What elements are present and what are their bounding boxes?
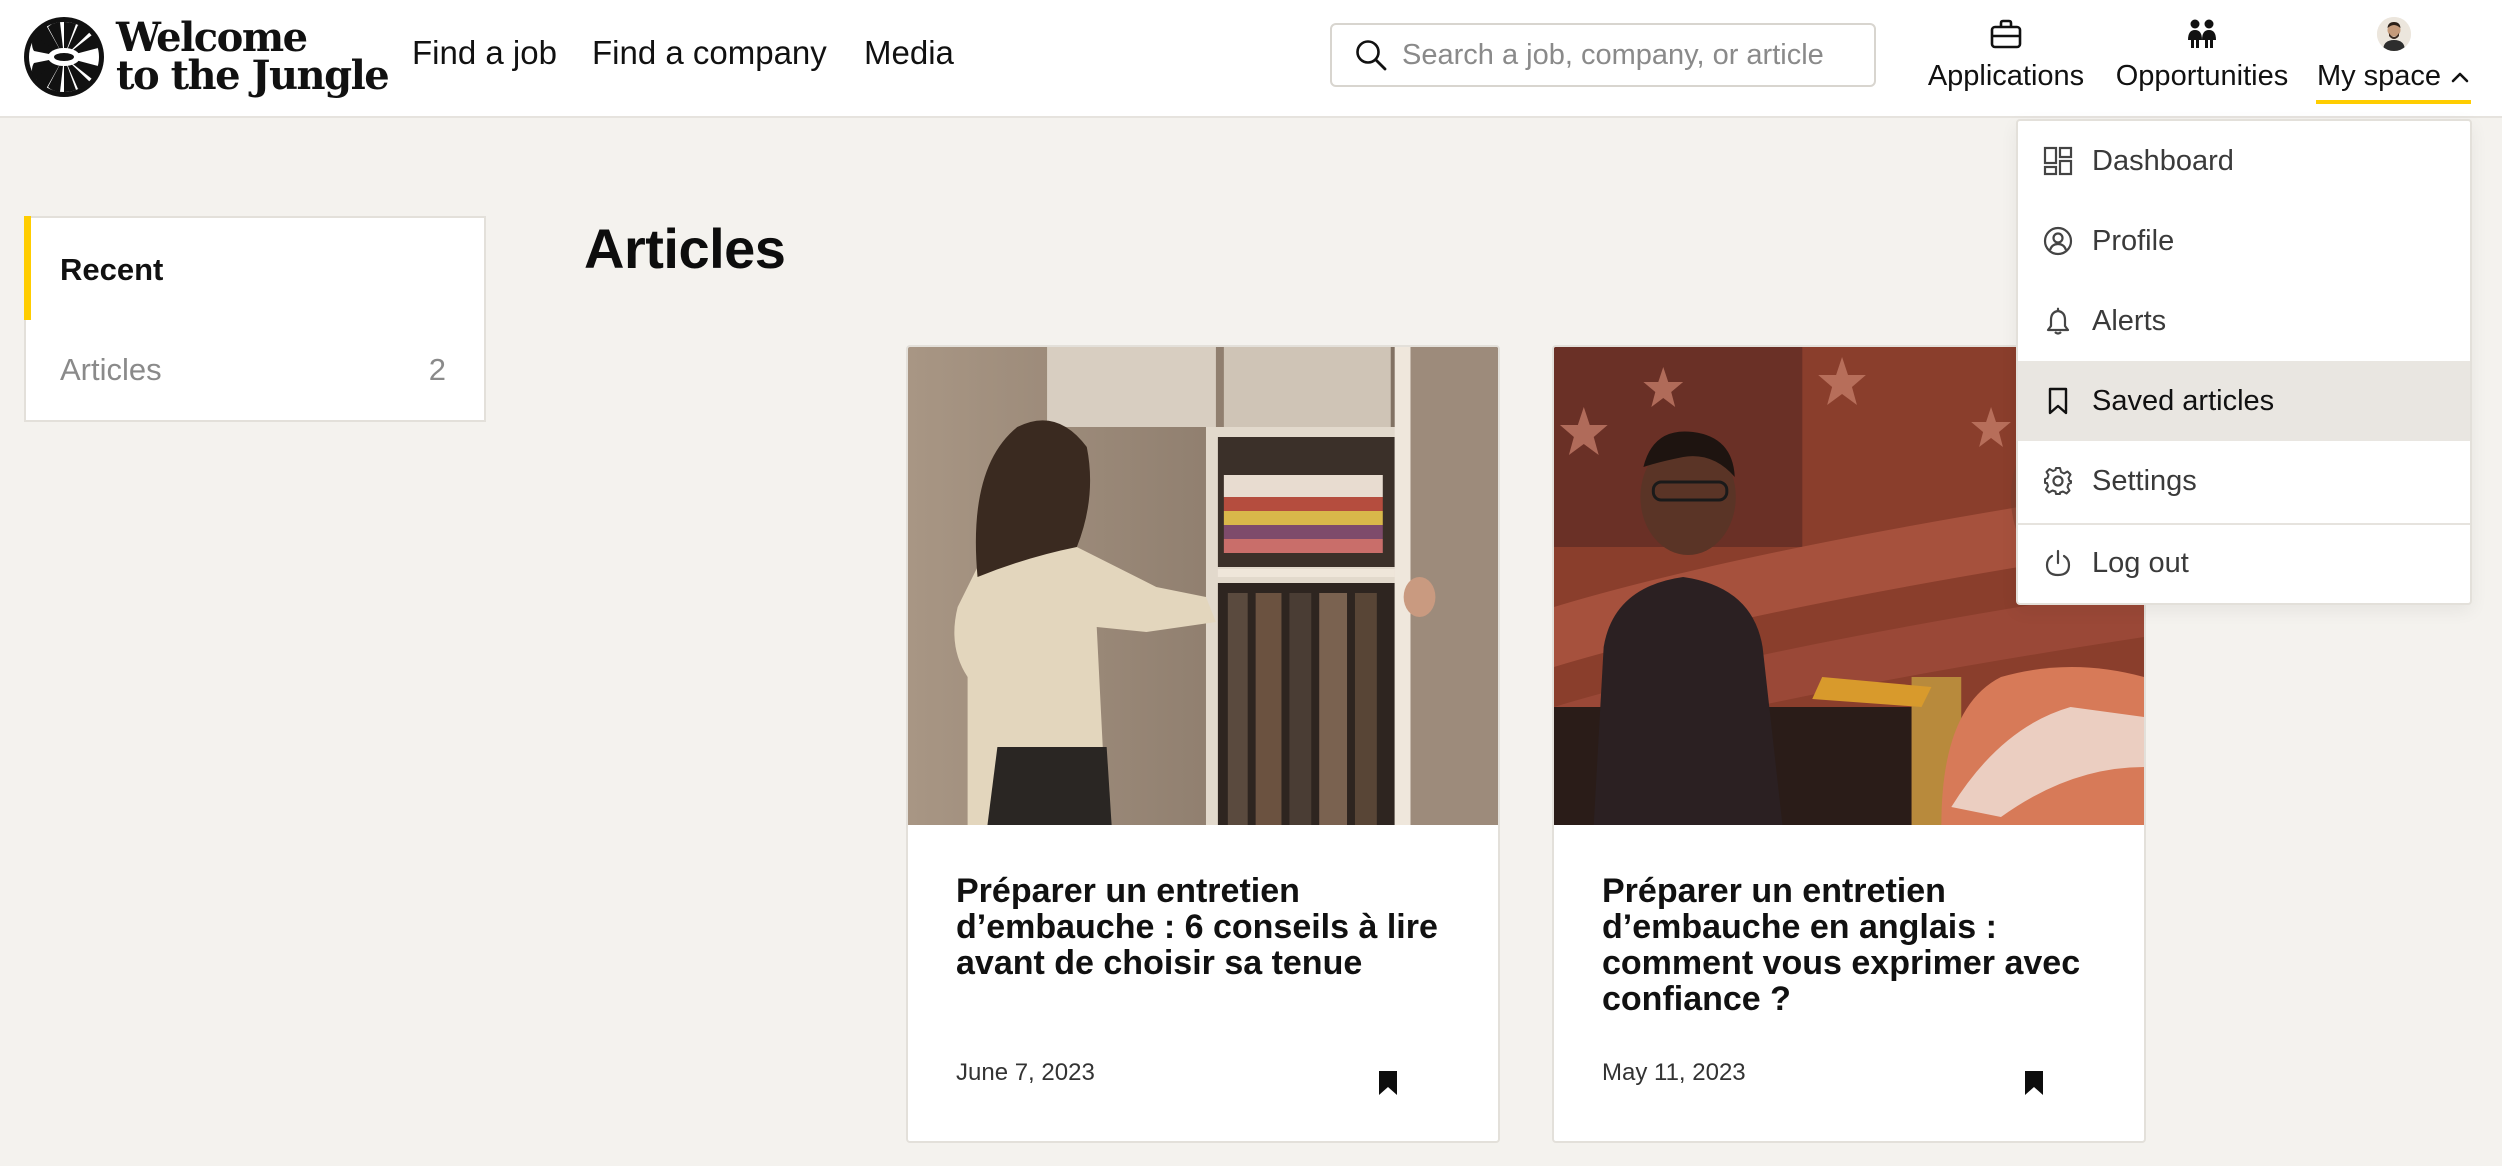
search-input[interactable]	[1402, 38, 1862, 72]
menu-item-label: Log out	[2092, 546, 2189, 579]
logo-mark-icon	[24, 17, 104, 97]
my-space-dropdown: Dashboard Profile Alerts Saved articles	[2016, 119, 2472, 605]
nav-find-job[interactable]: Find a job	[412, 34, 557, 72]
my-space-menu[interactable]: My space	[2316, 14, 2472, 104]
article-title[interactable]: Préparer un entretien d’embauche : 6 con…	[956, 873, 1456, 981]
articles-sidebar: Recent Articles 2	[24, 216, 486, 422]
my-space-active-underline	[2316, 100, 2471, 104]
profile-icon	[2043, 226, 2073, 256]
sidebar-item-recent[interactable]: Recent	[60, 252, 163, 288]
applications-label: Applications	[1927, 60, 2085, 92]
logo-wordmark: Welcome to the Jungle	[116, 18, 390, 99]
menu-item-label: Settings	[2092, 464, 2197, 497]
gear-icon	[2044, 467, 2072, 495]
bookmark-filled-icon	[1379, 1071, 1397, 1095]
bell-icon	[2046, 307, 2070, 335]
logo-line-2: to the Jungle	[116, 52, 390, 99]
article-title[interactable]: Préparer un entretien d’embauche en angl…	[1602, 873, 2102, 1017]
menu-item-settings[interactable]: Settings	[2018, 441, 2470, 521]
article-card[interactable]: Préparer un entretien d’embauche : 6 con…	[906, 345, 1500, 1143]
briefcase-icon	[1990, 19, 2022, 49]
menu-item-label: Dashboard	[2092, 144, 2234, 177]
menu-item-dashboard[interactable]: Dashboard	[2018, 121, 2470, 201]
search-icon	[1356, 40, 1387, 71]
menu-item-label: Profile	[2092, 224, 2175, 257]
opportunities-link[interactable]: Opportunities	[2110, 14, 2294, 104]
bookmark-button[interactable]	[1368, 1063, 1408, 1103]
article-date: June 7, 2023	[956, 1059, 1095, 1086]
avatar	[2377, 17, 2411, 51]
top-header: Welcome to the Jungle Find a job Find a …	[0, 0, 2502, 118]
people-icon	[2188, 19, 2216, 48]
my-space-label: My space	[2317, 60, 2471, 93]
bookmark-button[interactable]	[2014, 1063, 2054, 1103]
bookmark-icon	[2048, 387, 2068, 415]
opportunities-label: Opportunities	[2115, 60, 2289, 92]
dashboard-icon	[2043, 146, 2073, 176]
chevron-up-icon	[2451, 72, 2469, 82]
logo[interactable]: Welcome to the Jungle	[22, 14, 390, 100]
page-title: Articles	[584, 217, 786, 280]
nav-media[interactable]: Media	[864, 34, 954, 72]
bookmark-filled-icon	[2025, 1071, 2043, 1095]
search-box[interactable]	[1330, 23, 1876, 87]
sidebar-item-articles[interactable]: Articles	[60, 352, 162, 388]
article-date: May 11, 2023	[1602, 1059, 1746, 1086]
woman-opening-wardrobe-photo	[908, 347, 1498, 825]
applications-link[interactable]: Applications	[1924, 14, 2088, 104]
sidebar-articles-count: 2	[428, 352, 446, 387]
menu-item-profile[interactable]: Profile	[2018, 201, 2470, 281]
sidebar-active-indicator	[24, 216, 31, 320]
menu-item-saved-articles[interactable]: Saved articles	[2018, 361, 2470, 441]
power-icon	[2045, 549, 2071, 577]
menu-item-label: Alerts	[2092, 304, 2167, 337]
menu-item-label: Saved articles	[2092, 384, 2275, 417]
menu-item-alerts[interactable]: Alerts	[2018, 281, 2470, 361]
nav-find-company[interactable]: Find a company	[592, 34, 827, 72]
menu-item-logout[interactable]: Log out	[2018, 523, 2470, 603]
